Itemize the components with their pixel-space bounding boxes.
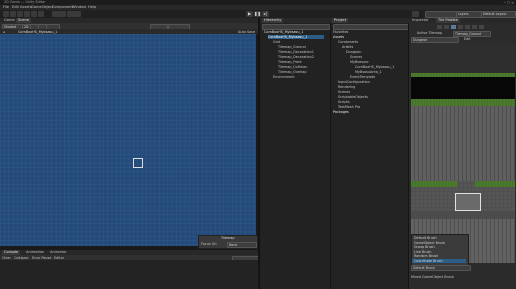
hierarchy-item[interactable]: Tilemap_Decoration2 [278,55,314,59]
project-folder[interactable]: InputConfiguration [338,80,370,84]
pause-button[interactable]: ❚❚ [254,11,261,17]
active-tilemap-label: Active Tilemap [417,31,443,35]
project-folder[interactable]: TextMesh Pro [338,105,360,109]
rotate-tool-icon[interactable] [17,11,23,17]
hierarchy-item[interactable]: Environment [273,75,295,79]
project-folder[interactable]: Dungeon [346,50,361,54]
tile-palette-panel: Active Tilemap Tilemap_Ground Dungeon Ed… [408,23,516,289]
console-log-area[interactable] [0,260,258,289]
project-folder[interactable]: Artbits [342,45,353,49]
hierarchy-item[interactable]: Tilemap_Ground [278,45,306,49]
move-tool-icon[interactable] [10,11,16,17]
play-button[interactable]: ▶ [246,11,253,17]
paint-brush-icon[interactable] [451,25,456,29]
project-folder[interactable]: EventTemplate [350,75,375,79]
brush-dropdown[interactable]: Default Brush [411,265,471,271]
palette-canvas[interactable] [411,43,515,263]
hierarchy-item[interactable]: CornBoxHS_Mybsasu_1 [264,30,303,34]
hierarchy-item[interactable]: Tilemap_Front [278,60,302,64]
project-folder[interactable]: MyBsasuArea_1 [355,70,382,74]
tilemap-overlay: Tilemap Focus On None [198,235,258,249]
active-tilemap-dropdown[interactable]: Tilemap_Ground [453,30,491,37]
scale-tool-icon[interactable] [24,11,30,17]
project-folder[interactable]: Assets [333,35,344,39]
breadcrumb-back-icon[interactable]: ◂ [3,30,5,34]
picker-icon[interactable] [465,25,470,29]
window-title: 2D Game — Unity Editor [4,0,46,4]
project-folder[interactable]: Scripts [338,100,350,104]
overlay-title: Tilemap [221,236,235,240]
console-collapse-button[interactable]: Collapse [14,256,28,260]
select-tool-icon[interactable] [437,25,442,29]
cloud-icon[interactable] [412,11,419,17]
brush-menu: Default Brush GameObject Brush Group Bru… [411,234,469,266]
tile-grass-wall[interactable] [411,99,515,106]
project-folder[interactable]: Rendering [338,85,355,89]
step-button[interactable]: ▸| [262,11,269,17]
tile-stone-area[interactable] [411,106,515,181]
brush-footer-label: Mixed GameObject Brush [411,275,455,279]
scene-view-grid[interactable] [0,34,256,246]
tile-rock-block[interactable] [411,77,515,99]
project-favorites[interactable]: Favorites [333,30,348,34]
project-folder[interactable]: MyBsasuro [350,60,368,64]
project-folder[interactable]: ScriptableObjects [338,95,368,99]
project-folder[interactable]: Packages [333,110,349,114]
main-toolbar: ▶ ❚❚ ▸| Layers Default Layout [0,10,516,18]
hierarchy-item[interactable]: Tilemap_Collision [278,65,307,69]
project-folder[interactable]: Scenes [338,90,350,94]
hierarchy-search-input[interactable] [262,24,330,30]
console-clear-button[interactable]: Clear [2,256,11,260]
tile-selected-preview[interactable] [455,193,481,211]
tile-dark-row[interactable] [411,211,515,219]
auto-save-label[interactable]: Auto Save [238,30,255,34]
project-folder[interactable]: Scenes [350,55,362,59]
hand-tool-icon[interactable] [3,11,9,17]
console-editor-dropdown[interactable]: Editor [54,256,64,260]
eraser-icon[interactable] [472,25,477,29]
tile-selection-cursor [133,158,143,168]
account-dropdown[interactable] [425,11,457,18]
scene-breadcrumb[interactable]: CornBoxHS_Mybsasu_1 [18,30,57,34]
palette-empty-area [411,43,515,73]
hierarchy-item[interactable]: Tilemap_Decoration1 [278,50,314,54]
console-error-pause-button[interactable]: Error Pause [32,256,51,260]
layers-dropdown[interactable]: Layers [456,11,482,18]
project-folder[interactable]: CornBoxHS_Mybsasu_1 [355,65,394,69]
hierarchy-item[interactable]: Grid [273,40,280,44]
rect-tool-icon[interactable] [31,11,37,17]
project-search-input[interactable] [333,24,409,30]
global-toggle[interactable] [67,11,81,17]
transform-tool-icon[interactable] [38,11,44,17]
layout-dropdown[interactable]: Default Layout [481,11,516,18]
tile-grass-platform-right[interactable] [475,181,515,187]
hierarchy-item[interactable]: Tilemap_Overlap [278,70,307,74]
hierarchy-panel: CornBoxHS_Mybsasu_1 CornBoxHS_Mybsasu_1 … [260,23,330,289]
project-panel: Favorites Assets Cornbrearts Artbits Dun… [330,23,409,289]
move-tile-icon[interactable] [444,25,449,29]
hierarchy-item-selected[interactable]: CornBoxHS_Mybsasu_1 [268,35,324,39]
project-folder[interactable]: Cornbrearts [338,40,358,44]
pivot-toggle[interactable] [52,11,66,17]
box-fill-icon[interactable] [458,25,463,29]
focus-on-label: Focus On [201,241,217,246]
brush-menu-option-selected[interactable]: Coordinate Brush [412,258,466,263]
palette-edit-button[interactable]: Edit [464,37,471,41]
focus-on-dropdown[interactable]: None [227,241,257,248]
tile-grass-platform-left[interactable] [411,181,457,187]
window-controls[interactable]: ─ ☐ ✕ [496,1,514,5]
fill-icon[interactable] [479,25,484,29]
